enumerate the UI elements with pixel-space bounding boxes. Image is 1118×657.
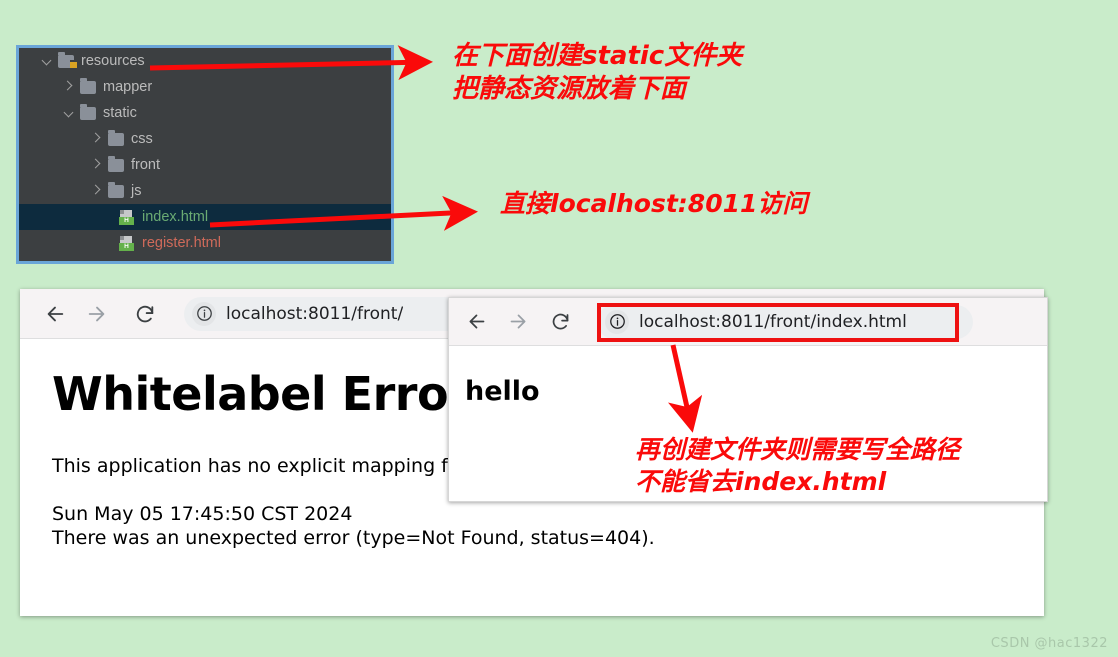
annotation-create-static: 在下面创建static文件夹 把静态资源放着下面 <box>452 40 742 107</box>
annotation-line: 直接localhost:8011访问 <box>500 189 808 218</box>
watermark: CSDN @hac1322 <box>990 636 1108 651</box>
back-icon[interactable] <box>38 297 72 331</box>
screenshot-stage: resources mapper static css front js H i… <box>0 0 1118 657</box>
tree-item-label: mapper <box>103 79 153 95</box>
tree-row-index-html[interactable]: H index.html <box>19 204 391 230</box>
html-file-icon: H <box>119 209 135 225</box>
back-icon[interactable] <box>459 305 493 339</box>
error-message: There was an unexpected error (type=Not … <box>52 527 655 549</box>
chevron-down-icon[interactable] <box>41 55 53 67</box>
url-text: localhost:8011/front/index.html <box>639 311 907 332</box>
annotation-line: 在下面创建static文件夹 <box>452 41 743 71</box>
browser-toolbar: localhost:8011/front/index.html <box>449 298 1047 346</box>
tree-item-label: index.html <box>142 209 209 225</box>
tree-row-register-html[interactable]: H register.html <box>19 230 391 256</box>
tree-row[interactable]: js <box>19 178 391 204</box>
project-tree-panel: resources mapper static css front js H i… <box>16 45 394 264</box>
address-bar[interactable]: localhost:8011/front/index.html <box>597 304 973 339</box>
error-timestamp: Sun May 05 17:45:50 CST 2024 <box>52 503 353 525</box>
reload-icon[interactable] <box>128 297 162 331</box>
tree-item-label: static <box>103 105 137 121</box>
folder-icon <box>108 155 124 172</box>
annotation-line: 把静态资源放着下面 <box>452 74 687 105</box>
chevron-right-icon[interactable] <box>91 185 103 197</box>
chevron-right-icon[interactable] <box>91 133 103 145</box>
annotation-direct-access: 直接localhost:8011访问 <box>500 188 807 220</box>
tree-item-label: css <box>131 131 153 147</box>
tree-row[interactable]: resources <box>19 48 391 74</box>
tree-row[interactable]: static <box>19 100 391 126</box>
tree-row[interactable]: css <box>19 126 391 152</box>
forward-icon[interactable] <box>80 297 114 331</box>
info-circle-icon[interactable] <box>192 301 216 326</box>
annotation-full-path: 再创建文件夹则需要写全路径 不能省去index.html <box>635 434 960 498</box>
page-heading: hello <box>465 376 540 407</box>
folder-icon <box>108 129 124 146</box>
reload-icon[interactable] <box>543 305 577 339</box>
forward-icon[interactable] <box>501 305 535 339</box>
chevron-right-icon[interactable] <box>63 81 75 93</box>
url-text: localhost:8011/front/ <box>226 303 404 324</box>
tree-item-label: resources <box>81 53 145 69</box>
tree-item-label: front <box>131 157 161 173</box>
tree-row[interactable]: mapper <box>19 74 391 100</box>
annotation-line: 再创建文件夹则需要写全路径 <box>635 435 961 464</box>
resources-folder-icon <box>58 51 77 70</box>
chevron-down-icon[interactable] <box>63 107 75 119</box>
tree-item-label: js <box>131 183 142 199</box>
html-file-icon: H <box>119 235 135 251</box>
folder-icon <box>80 77 96 94</box>
folder-icon <box>80 103 96 120</box>
chevron-right-icon[interactable] <box>91 159 103 171</box>
info-circle-icon[interactable] <box>605 309 629 334</box>
annotation-line: 不能省去index.html <box>635 467 887 496</box>
tree-row[interactable]: front <box>19 152 391 178</box>
tree-item-label: register.html <box>142 235 221 251</box>
folder-icon <box>108 181 124 198</box>
